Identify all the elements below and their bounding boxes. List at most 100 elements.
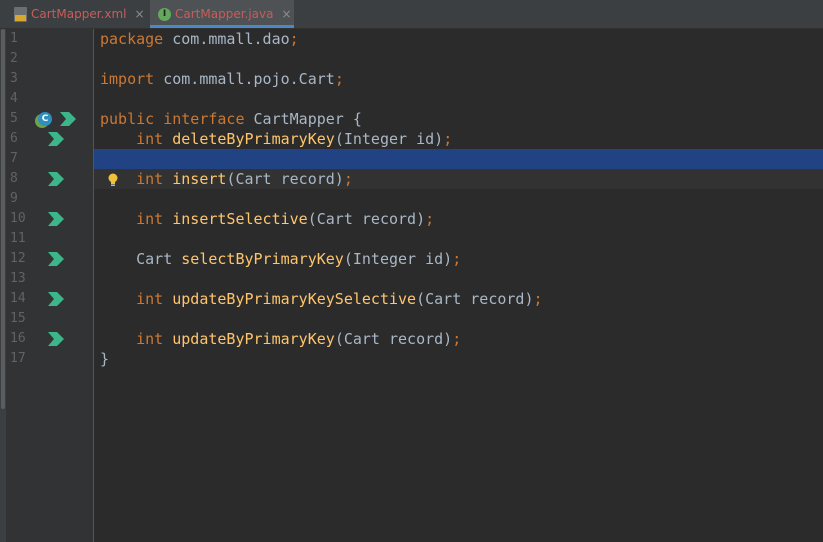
code-line[interactable] xyxy=(94,189,823,209)
code-line[interactable]: int insert(Cart record); xyxy=(94,169,823,189)
navigate-to-xml-icon[interactable] xyxy=(46,250,66,268)
code-token: ; xyxy=(452,330,462,348)
code-token: (Cart record) xyxy=(334,330,453,348)
code-line[interactable]: int updateByPrimaryKey(Cart record); xyxy=(94,329,823,349)
line-number: 12 xyxy=(10,251,26,266)
code-line[interactable]: int updateByPrimaryKeySelective(Cart rec… xyxy=(94,289,823,309)
code-token: deleteByPrimaryKey xyxy=(172,130,335,148)
code-token: (Integer id) xyxy=(343,250,453,268)
gutter-row: 10 xyxy=(6,209,93,229)
code-token: ; xyxy=(343,170,353,188)
code-token: com.mmall.dao xyxy=(172,30,290,48)
gutter-row: 1 xyxy=(6,29,93,49)
line-number: 10 xyxy=(10,211,26,226)
code-line[interactable]: public interface CartMapper { xyxy=(94,109,823,129)
lightbulb-icon[interactable] xyxy=(108,172,118,186)
code-token: ; xyxy=(289,30,299,48)
code-text: int insertSelective(Cart record); xyxy=(100,209,434,229)
line-number: 13 xyxy=(10,271,26,286)
code-line[interactable] xyxy=(94,269,823,289)
gutter-row: 12 xyxy=(6,249,93,269)
code-line[interactable]: int insertSelective(Cart record); xyxy=(94,209,823,229)
code-text: int updateByPrimaryKey(Cart record); xyxy=(100,329,461,349)
code-token: (Cart record) xyxy=(226,170,344,188)
gutter-row: 5C xyxy=(6,109,93,129)
code-text: int deleteByPrimaryKey(Integer id); xyxy=(100,129,452,149)
code-token: insertSelective xyxy=(172,210,308,228)
line-number: 7 xyxy=(10,151,18,166)
tab-label: CartMapper.java xyxy=(175,7,274,21)
line-number: 6 xyxy=(10,131,18,146)
code-token: ; xyxy=(334,70,344,88)
code-token: (Integer id) xyxy=(334,130,444,148)
navigate-to-xml-icon[interactable] xyxy=(46,130,66,148)
code-token: CartMapper { xyxy=(253,110,362,128)
code-text: Cart selectByPrimaryKey(Integer id); xyxy=(100,249,461,269)
navigate-to-xml-icon[interactable] xyxy=(46,210,66,228)
navigate-to-xml-icon[interactable] xyxy=(58,110,78,128)
line-number: 8 xyxy=(10,171,18,186)
navigate-to-xml-icon[interactable] xyxy=(46,330,66,348)
gutter-row: 4 xyxy=(6,89,93,109)
code-token: ; xyxy=(452,250,462,268)
code-line[interactable] xyxy=(94,49,823,69)
code-editor[interactable]: package com.mmall.dao; import com.mmall.p… xyxy=(94,29,823,542)
line-number: 14 xyxy=(10,291,26,306)
code-text: } xyxy=(100,349,109,369)
code-text: public interface CartMapper { xyxy=(100,109,362,129)
gutter-row: 6 xyxy=(6,129,93,149)
code-token: insert xyxy=(172,170,227,188)
close-icon[interactable]: × xyxy=(281,7,291,21)
code-token: import xyxy=(100,70,164,88)
code-token: Cart xyxy=(100,250,182,268)
code-line[interactable] xyxy=(94,309,823,329)
code-line[interactable]: } xyxy=(94,349,823,369)
code-line[interactable]: int deleteByPrimaryKey(Integer id); xyxy=(94,129,823,149)
line-number: 1 xyxy=(10,31,18,46)
code-token: int xyxy=(136,210,173,228)
editor-gutter: 1 2 3 4 5 C 6 7 8 9 10 11 12 13 14 15 16 17 xyxy=(6,29,93,542)
editor-tab-bar: CartMapper.xml × I CartMapper.java × xyxy=(0,0,823,29)
code-token: int xyxy=(136,170,173,188)
code-line[interactable]: import com.mmall.pojo.Cart; xyxy=(94,69,823,89)
gutter-row: 15 xyxy=(6,309,93,329)
code-text: import com.mmall.pojo.Cart; xyxy=(100,69,344,89)
close-icon[interactable]: × xyxy=(134,7,144,21)
code-token: selectByPrimaryKey xyxy=(181,250,344,268)
code-token: public interface xyxy=(100,110,254,128)
gutter-row: 14 xyxy=(6,289,93,309)
code-line[interactable]: package com.mmall.dao; xyxy=(94,29,823,49)
gutter-row: 9 xyxy=(6,189,93,209)
code-token: ; xyxy=(533,290,543,308)
code-line[interactable] xyxy=(94,89,823,109)
implemented-icon[interactable]: C xyxy=(38,112,52,126)
code-line[interactable] xyxy=(94,149,823,169)
code-token: (Cart record) xyxy=(416,290,534,308)
gutter-row: 3 xyxy=(6,69,93,89)
gutter-row: 13 xyxy=(6,269,93,289)
left-scrollbar[interactable] xyxy=(1,29,5,409)
code-line[interactable]: Cart selectByPrimaryKey(Integer id); xyxy=(94,249,823,269)
navigate-to-xml-icon[interactable] xyxy=(46,290,66,308)
code-token: ; xyxy=(425,210,435,228)
code-token: int xyxy=(136,290,173,308)
navigate-to-xml-icon[interactable] xyxy=(46,170,66,188)
tab-cartmapper-xml[interactable]: CartMapper.xml × xyxy=(6,0,146,28)
gutter-row: 17 xyxy=(6,349,93,369)
line-number: 16 xyxy=(10,331,26,346)
gutter-row: 11 xyxy=(6,229,93,249)
tab-cartmapper-java[interactable]: I CartMapper.java × xyxy=(150,0,294,28)
line-number: 4 xyxy=(10,91,18,106)
code-token: com.mmall.pojo.Cart xyxy=(163,70,335,88)
line-number: 15 xyxy=(10,311,26,326)
code-token: updateByPrimaryKey xyxy=(172,330,335,348)
code-line[interactable] xyxy=(94,229,823,249)
line-number: 2 xyxy=(10,51,18,66)
gutter-row: 8 xyxy=(6,169,93,189)
code-token: (Cart record) xyxy=(307,210,426,228)
line-number: 3 xyxy=(10,71,18,86)
gutter-row: 16 xyxy=(6,329,93,349)
